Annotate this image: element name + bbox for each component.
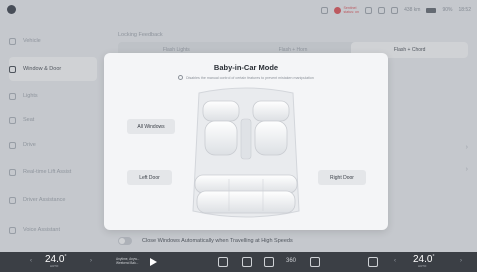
temp-down-right-icon[interactable]: ‹	[394, 258, 396, 264]
dialog-subtitle-text: Disables the manual control of certain f…	[186, 75, 314, 80]
media-info[interactable]: Anytime, Anyw... Weekend Bak...	[116, 257, 139, 265]
dialog-title: Baby-in-Car Mode	[213, 63, 279, 72]
degree-symbol: °	[432, 254, 435, 260]
right-door-button[interactable]: Right Door	[318, 170, 366, 185]
media-artist: Weekend Bak...	[116, 261, 139, 265]
home-icon[interactable]	[218, 257, 228, 267]
bottom-dock: ‹ 24.0° AUTO › Anytime, Anyw... Weekend …	[0, 252, 477, 272]
left-auto-label: AUTO	[50, 264, 59, 268]
temp-down-left-icon[interactable]: ‹	[30, 258, 32, 264]
music-icon[interactable]	[264, 257, 274, 267]
car-control-icon[interactable]	[242, 257, 252, 267]
car-seats-illustration	[192, 87, 300, 218]
apps-grid-icon[interactable]	[310, 257, 320, 267]
play-icon[interactable]	[150, 258, 157, 266]
temp-up-right-icon[interactable]: ›	[460, 258, 462, 264]
degree-symbol: °	[64, 254, 67, 260]
info-icon	[178, 75, 184, 80]
left-door-button[interactable]: Left Door	[127, 170, 172, 185]
dialog-subtitle: Disables the manual control of certain f…	[104, 75, 388, 80]
baby-in-car-dialog: Baby-in-Car Mode Disables the manual con…	[104, 53, 388, 230]
volume-icon[interactable]	[368, 257, 378, 267]
temp-up-left-icon[interactable]: ›	[90, 258, 92, 264]
all-windows-button[interactable]: All Windows	[127, 119, 175, 134]
camera-360-icon[interactable]: 360	[286, 258, 296, 264]
right-auto-label: AUTO	[418, 264, 427, 268]
